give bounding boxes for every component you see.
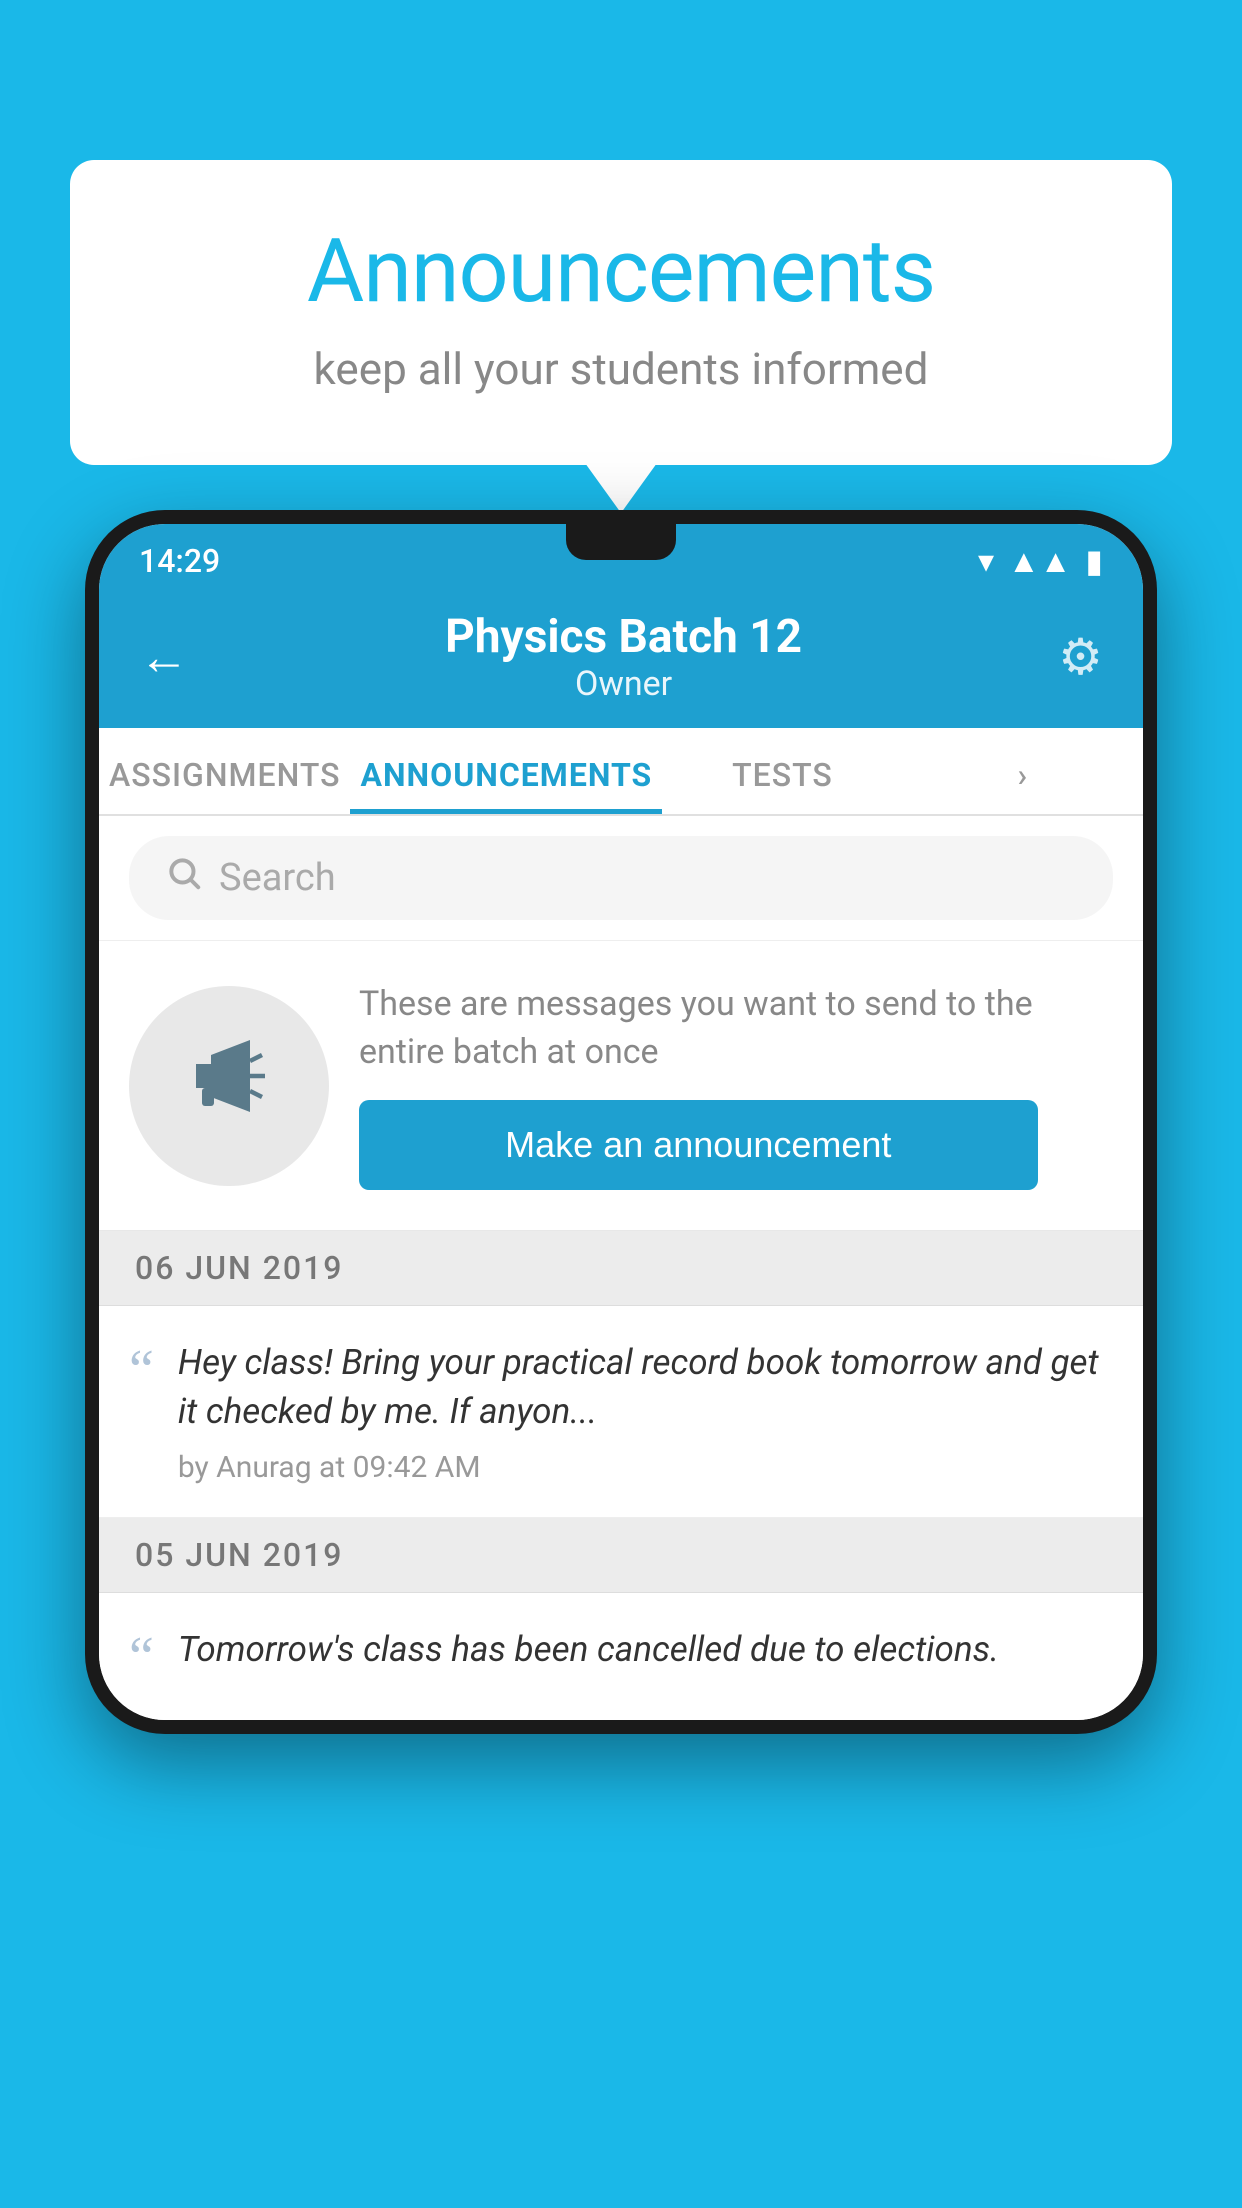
- tab-announcements[interactable]: ANNOUNCEMENTS: [350, 728, 662, 814]
- make-announcement-button[interactable]: Make an announcement: [359, 1100, 1038, 1190]
- search-container: Search: [99, 816, 1143, 941]
- battery-icon: ▮: [1085, 542, 1103, 580]
- phone-notch: [566, 524, 676, 560]
- date-separator-2: 05 JUN 2019: [99, 1518, 1143, 1593]
- phone-wrapper: 14:29 ▾ ▲▲ ▮ ← Physics Batch 12 Owner ⚙ …: [85, 510, 1157, 2208]
- speech-bubble-card: Announcements keep all your students inf…: [70, 160, 1172, 465]
- user-role-label: Owner: [189, 664, 1058, 704]
- megaphone-icon: [184, 1031, 274, 1141]
- speech-bubble-section: Announcements keep all your students inf…: [70, 160, 1172, 465]
- quote-icon-1: “: [129, 1342, 154, 1398]
- speech-bubble-title: Announcements: [150, 220, 1092, 323]
- search-icon: [165, 854, 203, 902]
- date-separator-1: 06 JUN 2019: [99, 1231, 1143, 1306]
- app-header: ← Physics Batch 12 Owner ⚙: [99, 590, 1143, 728]
- tabs-bar: ASSIGNMENTS ANNOUNCEMENTS TESTS ›: [99, 728, 1143, 816]
- signal-icon: ▲▲: [1008, 542, 1071, 580]
- promo-section: These are messages you want to send to t…: [99, 941, 1143, 1231]
- announcement-content-1: Hey class! Bring your practical record b…: [178, 1338, 1113, 1485]
- phone-screen: 14:29 ▾ ▲▲ ▮ ← Physics Batch 12 Owner ⚙ …: [99, 524, 1143, 1720]
- announcement-content-2: Tomorrow's class has been cancelled due …: [178, 1625, 1113, 1688]
- announcement-item-2[interactable]: “ Tomorrow's class has been cancelled du…: [99, 1593, 1143, 1720]
- phone-frame: 14:29 ▾ ▲▲ ▮ ← Physics Batch 12 Owner ⚙ …: [85, 510, 1157, 1734]
- announcement-item-1[interactable]: “ Hey class! Bring your practical record…: [99, 1306, 1143, 1518]
- status-time: 14:29: [139, 542, 220, 580]
- announcement-text-1: Hey class! Bring your practical record b…: [178, 1338, 1113, 1436]
- tab-tests[interactable]: TESTS: [662, 728, 902, 814]
- back-button[interactable]: ←: [139, 628, 189, 687]
- promo-icon-circle: [129, 986, 329, 1186]
- header-center: Physics Batch 12 Owner: [189, 610, 1058, 704]
- tab-more[interactable]: ›: [903, 728, 1143, 814]
- search-bar[interactable]: Search: [129, 836, 1113, 920]
- promo-description: These are messages you want to send to t…: [359, 981, 1113, 1076]
- settings-icon[interactable]: ⚙: [1058, 628, 1103, 687]
- status-icons: ▾ ▲▲ ▮: [978, 542, 1103, 580]
- batch-title: Physics Batch 12: [189, 610, 1058, 664]
- search-placeholder-text: Search: [219, 856, 336, 900]
- tab-assignments[interactable]: ASSIGNMENTS: [99, 728, 350, 814]
- quote-icon-2: “: [129, 1629, 154, 1685]
- announcement-text-2: Tomorrow's class has been cancelled due …: [178, 1625, 1113, 1674]
- wifi-icon: ▾: [978, 542, 994, 580]
- promo-content: These are messages you want to send to t…: [359, 981, 1113, 1190]
- announcement-meta-1: by Anurag at 09:42 AM: [178, 1450, 1113, 1485]
- speech-bubble-subtitle: keep all your students informed: [150, 343, 1092, 395]
